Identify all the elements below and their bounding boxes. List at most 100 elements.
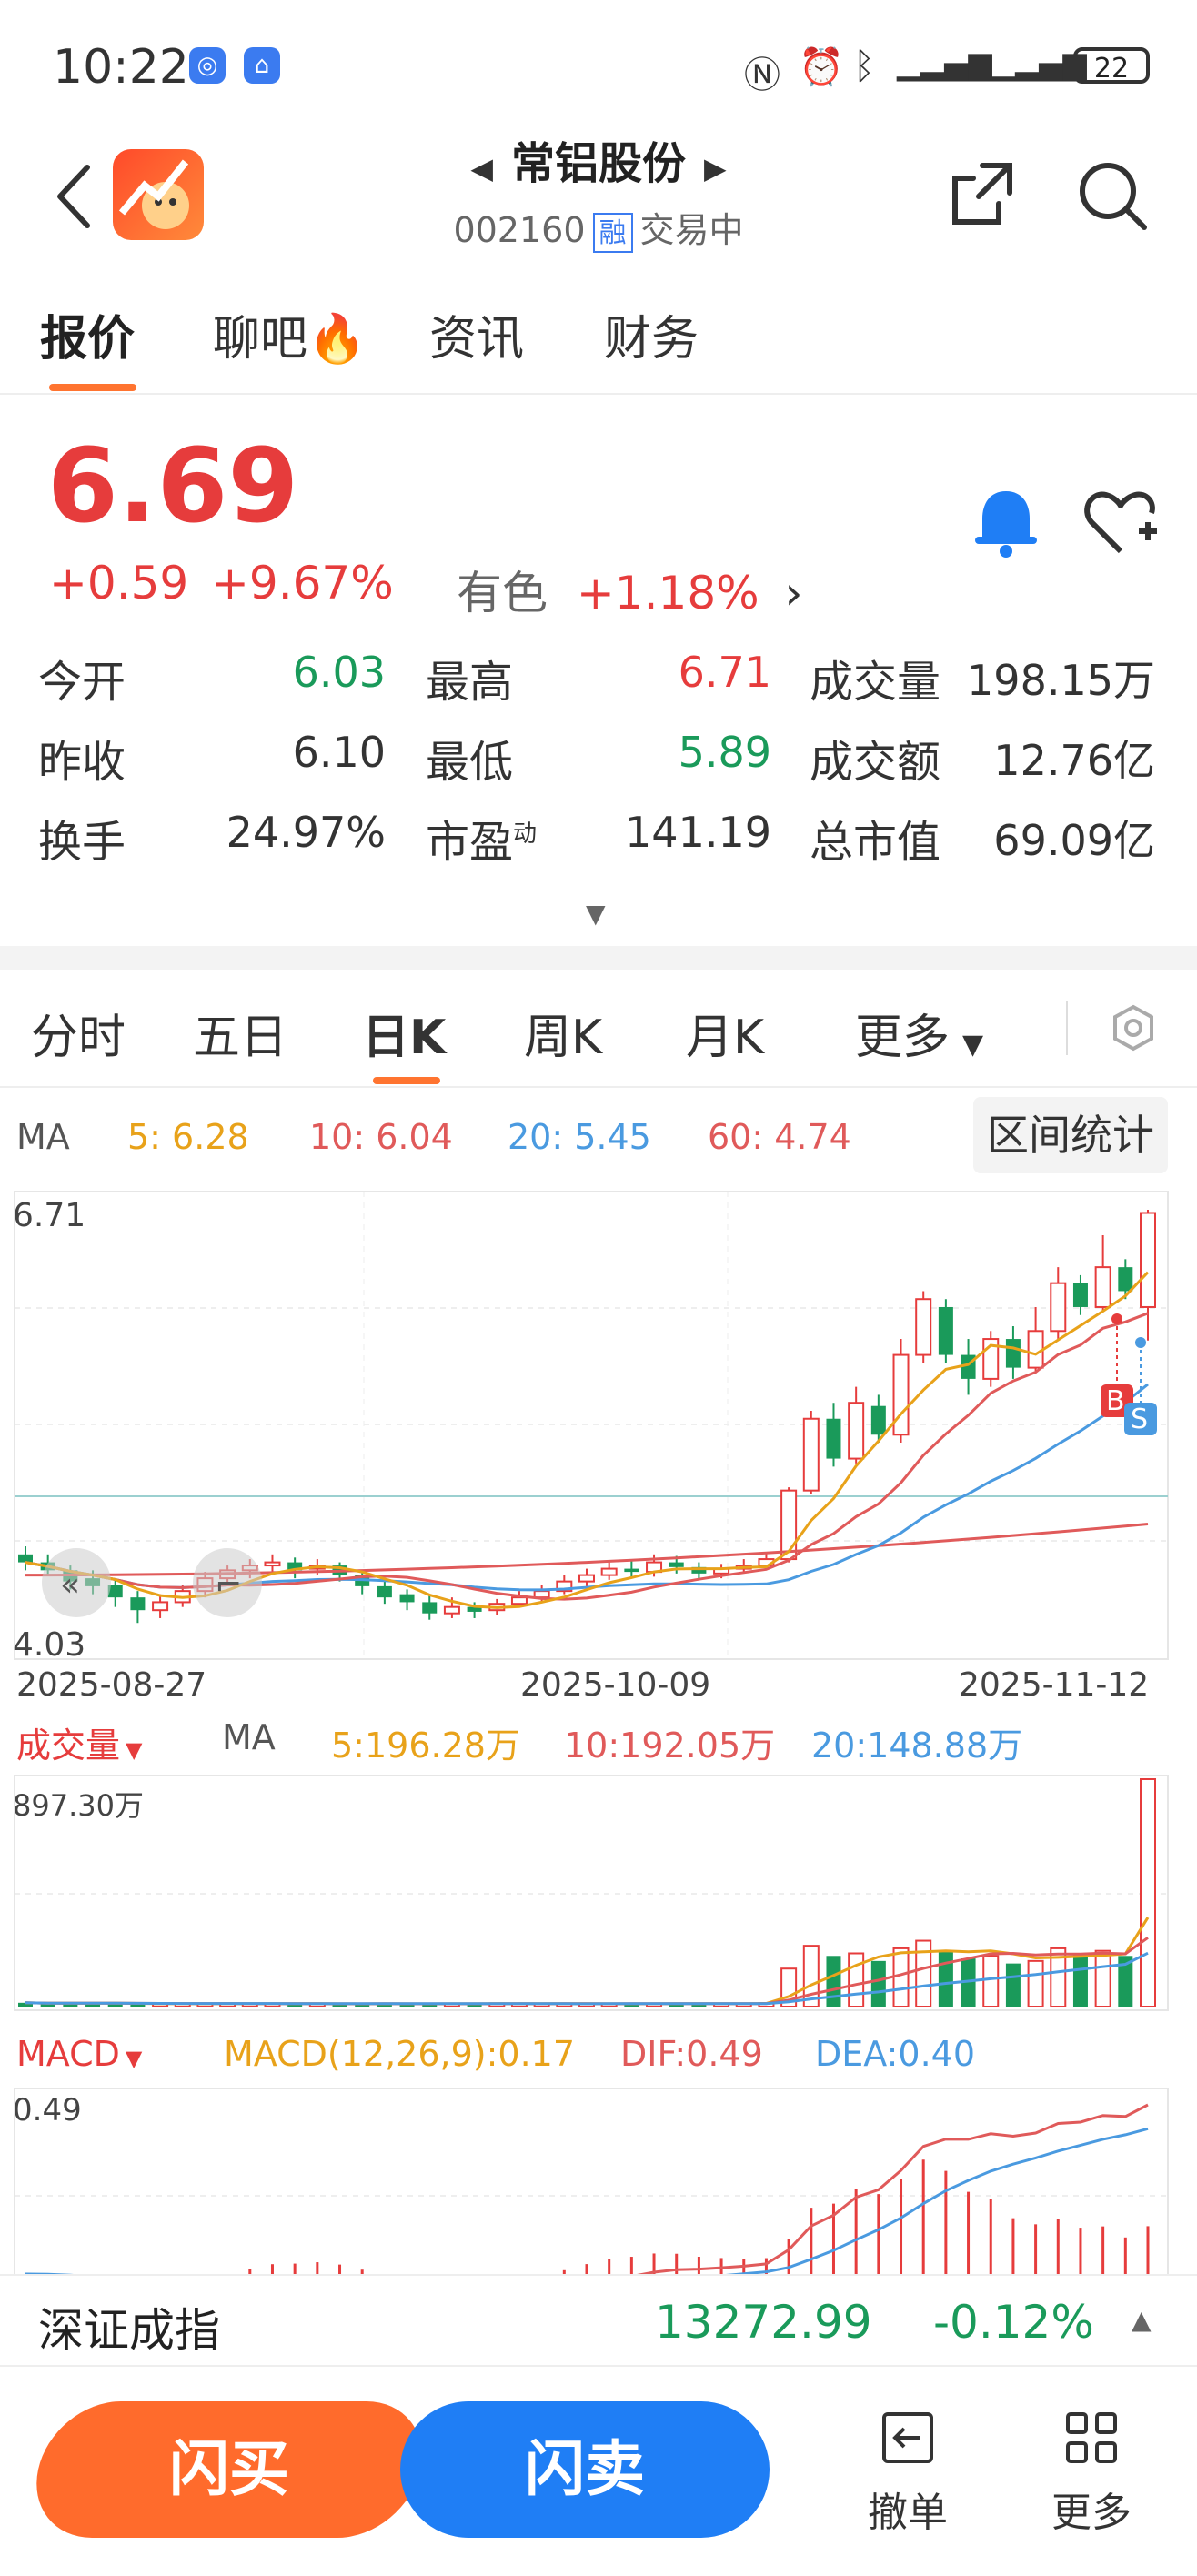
ma20-line bbox=[25, 1383, 1149, 1592]
cancel-order-label[interactable]: 撤单 bbox=[855, 2480, 961, 2538]
volume-ma-label: MA bbox=[222, 1717, 276, 1757]
quote-value: 6.10 bbox=[292, 728, 386, 777]
tab-daily-k[interactable]: 日K bbox=[362, 999, 446, 1067]
sell-point bbox=[1135, 1337, 1146, 1348]
quote-value: 198.15万 bbox=[967, 656, 1155, 705]
favorite-heart-icon[interactable] bbox=[1082, 486, 1159, 558]
macd-chart[interactable] bbox=[0, 2087, 1197, 2274]
quote-value: 6.71 bbox=[678, 648, 771, 697]
volume-bar bbox=[938, 1950, 953, 2007]
trading-status: 交易中 bbox=[639, 210, 744, 250]
quote-label: 最高 bbox=[426, 657, 514, 708]
battery-icon: 22 bbox=[1073, 47, 1150, 85]
candle-body bbox=[510, 1596, 528, 1605]
sector-link[interactable]: 有色 +1.18% › bbox=[457, 557, 803, 622]
flash-sell-button[interactable]: 闪卖 bbox=[400, 2401, 770, 2538]
candle-body bbox=[938, 1306, 953, 1355]
quote-label: 今开 bbox=[38, 657, 126, 708]
vol-ma20 bbox=[25, 1951, 1149, 2006]
divider bbox=[0, 2365, 1197, 2367]
sell-marker-text: S bbox=[1131, 1404, 1148, 1435]
kline-chart[interactable]: « ⌐ B S bbox=[0, 1182, 1197, 1692]
volume-bar bbox=[1005, 1963, 1021, 2007]
quote-value: 24.97% bbox=[226, 808, 386, 857]
volume-indicator-select[interactable]: 成交量 ▼ bbox=[16, 1717, 142, 1767]
volume-bar bbox=[870, 1960, 886, 2007]
macd-dea bbox=[25, 2127, 1149, 2274]
candle-body bbox=[1050, 1282, 1067, 1333]
ma10-value: 10: 6.04 bbox=[309, 1117, 453, 1157]
index-value: 13272.99 bbox=[655, 2296, 872, 2349]
next-stock-icon[interactable]: ▶ bbox=[704, 151, 727, 186]
interval-stats-button[interactable]: 区间统计 bbox=[973, 1097, 1168, 1173]
tab-weekly-k[interactable]: 周K bbox=[524, 999, 602, 1067]
sector-pct: +1.18% bbox=[576, 567, 759, 619]
tab-intraday[interactable]: 分时 bbox=[31, 999, 126, 1067]
prev-stock-icon[interactable]: ◀ bbox=[470, 151, 493, 186]
candle-body bbox=[1072, 1283, 1088, 1307]
volume-bar bbox=[892, 1947, 910, 2007]
candle-body bbox=[669, 1562, 684, 1567]
volume-label: 成交量 bbox=[16, 1726, 121, 1766]
candle-body bbox=[1027, 1330, 1044, 1369]
signal-icon-2: ▁▂▄▆ bbox=[991, 45, 1087, 82]
tab-separator bbox=[1066, 1001, 1068, 1055]
candle-body bbox=[624, 1568, 639, 1573]
macd-indicator-select[interactable]: MACD ▼ bbox=[16, 2034, 142, 2074]
tab-more[interactable]: 更多 ▼ bbox=[855, 999, 983, 1067]
tab-monthly-k[interactable]: 月K bbox=[686, 999, 764, 1067]
expand-caret-icon[interactable]: ▼ bbox=[586, 899, 606, 929]
double-chevron-left-icon: « bbox=[60, 1566, 80, 1604]
kline-bottom-label: 4.03 bbox=[13, 1626, 86, 1664]
tab-news[interactable]: 资讯 bbox=[429, 300, 524, 368]
volume-chart[interactable] bbox=[0, 1774, 1197, 2014]
kline-top-label: 6.71 bbox=[13, 1197, 86, 1234]
date-label-end: 2025-11-12 bbox=[959, 1666, 1150, 1704]
candle-body bbox=[1005, 1339, 1021, 1368]
candle-body bbox=[422, 1602, 438, 1614]
flash-buy-button[interactable]: 闪买 bbox=[24, 2401, 435, 2538]
bell-icon[interactable] bbox=[970, 486, 1042, 558]
flash-buy-label: 闪买 bbox=[169, 2434, 289, 2504]
tab-five-day[interactable]: 五日 bbox=[193, 999, 287, 1067]
candle-body bbox=[826, 1418, 841, 1459]
candle-body bbox=[870, 1405, 886, 1435]
stock-code: 002160 bbox=[453, 210, 586, 250]
share-icon[interactable] bbox=[946, 158, 1019, 231]
quote-label: 换手 bbox=[38, 817, 126, 868]
volume-bar bbox=[1027, 1959, 1044, 2007]
macd-dif bbox=[25, 2103, 1149, 2274]
quote-label-sup: 动 bbox=[513, 820, 538, 848]
nfc-icon: Ⓝ bbox=[744, 55, 780, 96]
date-label-start: 2025-08-27 bbox=[16, 1666, 207, 1704]
vol-ma5 bbox=[25, 1917, 1150, 2006]
candle-body bbox=[1094, 1266, 1112, 1308]
quote-value: 69.09亿 bbox=[993, 816, 1155, 865]
settings-hexagon-icon[interactable] bbox=[1110, 1004, 1157, 1052]
tab-chat-label: 聊吧 bbox=[213, 312, 308, 367]
more-label[interactable]: 更多 bbox=[1039, 2480, 1144, 2538]
volume-top-label: 897.30万 bbox=[13, 1788, 144, 1823]
volume-ma10: 10:192.05万 bbox=[564, 1726, 776, 1766]
ma60-line bbox=[25, 1523, 1149, 1577]
volume-ma5: 5:196.28万 bbox=[331, 1726, 520, 1766]
candle-body bbox=[1140, 1212, 1156, 1308]
tab-quote[interactable]: 报价 bbox=[40, 300, 135, 368]
expand-up-icon[interactable]: ▲ bbox=[1132, 2305, 1152, 2335]
volume-bar bbox=[848, 1952, 865, 2007]
volume-ma20: 20:148.88万 bbox=[811, 1726, 1023, 1766]
candle-body bbox=[915, 1298, 932, 1356]
price-change: +0.59 bbox=[49, 557, 189, 609]
more-grid-icon[interactable] bbox=[1064, 2410, 1119, 2465]
current-price: 6.69 bbox=[47, 428, 299, 546]
tab-chat[interactable]: 聊吧🔥 bbox=[213, 300, 367, 368]
ma5-value: 5: 6.28 bbox=[127, 1117, 249, 1157]
volume-bar bbox=[1140, 1778, 1156, 2007]
cancel-order-icon[interactable] bbox=[880, 2410, 935, 2465]
index-name: 深证成指 bbox=[38, 2304, 220, 2357]
search-icon[interactable] bbox=[1075, 158, 1152, 235]
tab-finance[interactable]: 财务 bbox=[604, 300, 699, 368]
volume-bar bbox=[1072, 1953, 1088, 2007]
ma5-line bbox=[25, 1271, 1150, 1609]
buy-marker-text: B bbox=[1106, 1385, 1125, 1417]
